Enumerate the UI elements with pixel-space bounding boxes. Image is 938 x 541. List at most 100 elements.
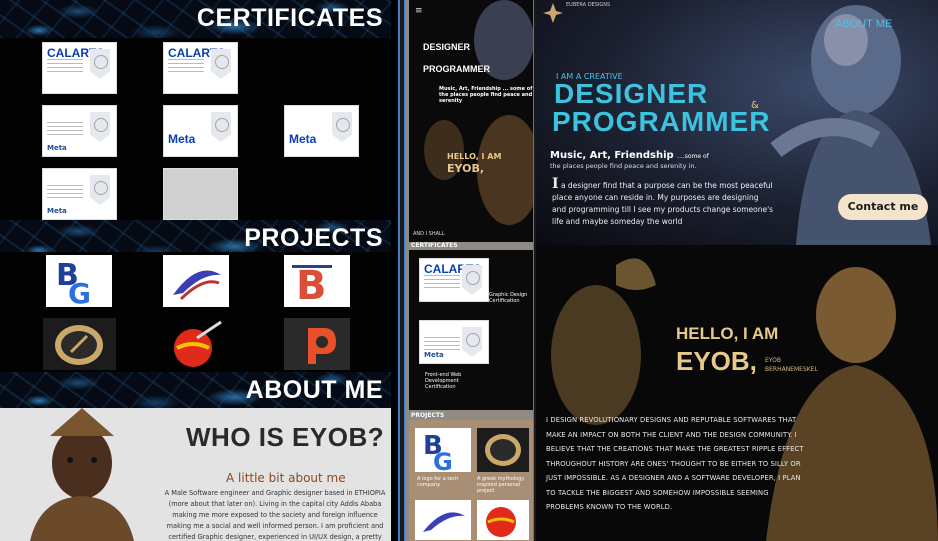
certificate-seal-icon [90, 49, 110, 79]
brand-logo-icon[interactable] [542, 2, 564, 24]
certificate-seal-icon [211, 49, 231, 79]
project-tile-bg-logo[interactable]: B G [415, 428, 471, 472]
about-heading: ABOUT ME [245, 376, 383, 404]
tagline-small: ....some of [677, 153, 709, 160]
certificates-heading: CERTIFICATES [196, 4, 383, 32]
svg-text:G: G [433, 448, 453, 472]
mobile-cert-caption: Graphic Design Certification [489, 292, 528, 304]
certificates-grid: CALARTS CALARTS Meta Meta Meta Meta [0, 38, 391, 220]
intro-eyob: EYOB, [676, 346, 757, 376]
project-tile-flag[interactable] [477, 500, 529, 540]
project-tile-p-logo[interactable] [284, 318, 350, 370]
project-tile-swoosh[interactable] [415, 500, 471, 540]
svg-text:B: B [296, 263, 327, 307]
screenshot-root: CERTIFICATES CALARTS CALARTS Meta Meta M… [0, 0, 938, 541]
certificate-card[interactable]: Meta [419, 320, 489, 364]
certificate-text [47, 185, 83, 199]
certificate-seal-icon [462, 327, 482, 357]
intro-hello: HELLO, I AM [676, 324, 779, 343]
certificate-card[interactable]: Meta [284, 105, 359, 157]
swoosh-logo-icon [423, 512, 465, 532]
bg-logo-icon: B G [423, 431, 453, 472]
mobile-proj-caption: A greek mythology inspired personal proj… [477, 476, 525, 494]
hero-designer: DESIGNER [554, 78, 709, 109]
mobile-cert-caption: Front-end Web Development Certification [425, 372, 462, 390]
project-tile-bg-logo[interactable]: B G [46, 255, 112, 307]
brand-name: EUBERA DESIGNS [566, 2, 611, 8]
svg-text:G: G [68, 277, 91, 307]
mobile-projects-label: PROJECTS [411, 412, 445, 419]
certificate-card[interactable]: CALARTS [419, 258, 489, 302]
hero-section: EUBERA DESIGNS ABOUT ME I AM A CREATIVE … [536, 0, 938, 245]
mobile-preview: ≡ DESIGNER PROGRAMMER Music, Art, Friend… [404, 0, 534, 541]
certificate-seal-icon [462, 265, 482, 295]
emblem-logo-icon [485, 434, 521, 466]
emblem-logo-icon [55, 325, 103, 365]
certificate-text [47, 59, 83, 73]
flag-logo-icon [486, 507, 516, 537]
certificate-seal-icon [90, 175, 110, 205]
intro-description: I DESIGN REVOLUTIONARY DESIGNS AND REPUT… [546, 416, 804, 511]
certificate-text [168, 59, 204, 73]
certificate-seal-icon [90, 112, 110, 142]
tagline-strong: Music, Art, Friendship [550, 150, 674, 161]
portrait-image [10, 408, 155, 541]
b-logo-icon: B [292, 263, 332, 307]
mobile-certificates: CALARTS Graphic Design Certification Met… [409, 250, 533, 410]
hero-tagline: Music, Art, Friendship ....some of [550, 150, 709, 161]
project-tile-b-logo[interactable]: B [284, 255, 350, 307]
mobile-eyob: EYOB, [447, 162, 485, 175]
flag-logo-icon [174, 320, 222, 367]
fullname-first: EYOB [765, 357, 781, 364]
who-bio: A Male Software engineer and Graphic des… [164, 489, 386, 541]
certificate-card[interactable]: CALARTS [42, 42, 117, 94]
p-logo-icon [308, 328, 336, 364]
intro-fullname: EYOB BERHANEMESKEL [765, 356, 818, 374]
projects-grid: B G B [0, 252, 391, 372]
who-section: WHO IS EYOB? A little bit about me A Mal… [0, 408, 391, 541]
about-me-link[interactable]: ABOUT ME [835, 18, 892, 30]
swoosh-logo-icon [173, 270, 221, 301]
certificate-logo: Meta [289, 132, 317, 146]
mobile-projects: B G A logo for a tech company A greek my… [409, 420, 533, 541]
certificate-text [424, 337, 460, 351]
quote-text: a designer find that a purpose can be th… [552, 181, 774, 226]
certificate-card[interactable]: Meta [42, 105, 117, 157]
about-banner: ABOUT ME [0, 372, 391, 408]
mobile-designer: DESIGNER [423, 42, 471, 52]
menu-icon[interactable]: ≡ [415, 6, 423, 16]
who-heading: WHO IS EYOB? [186, 422, 385, 452]
portfolio-desktop-sections: CERTIFICATES CALARTS CALARTS Meta Meta M… [0, 0, 400, 541]
mobile-certificates-label: CERTIFICATES [411, 242, 458, 249]
portfolio-hero-view: EUBERA DESIGNS ABOUT ME I AM A CREATIVE … [536, 0, 938, 541]
certificates-banner: CERTIFICATES [0, 0, 391, 38]
certificate-card[interactable]: CALARTS [163, 42, 238, 94]
who-subtitle: A little bit about me [226, 471, 346, 485]
certificate-logo: Meta [47, 207, 67, 215]
certificate-card[interactable]: Meta [42, 168, 117, 220]
certificate-logo: Meta [168, 132, 196, 146]
project-tile-flag[interactable] [163, 318, 229, 370]
certificate-text [47, 122, 83, 136]
project-tile-swoosh[interactable] [163, 255, 229, 307]
projects-heading: PROJECTS [244, 224, 383, 252]
certificate-seal-icon [332, 112, 352, 142]
mobile-hello: HELLO, I AM [447, 152, 502, 161]
fullname-last: BERHANEMESKEL [765, 366, 818, 373]
certificate-card[interactable]: Meta [163, 105, 238, 157]
hero-programmer: PROGRAMMER [552, 106, 771, 137]
mobile-programmer: PROGRAMMER [423, 64, 490, 74]
mobile-and-i-shall: AND I SHALL [413, 231, 445, 237]
certificate-placeholder [163, 168, 238, 220]
sculpture-image [409, 0, 533, 242]
hero-tagline-2: the places people find peace and serenit… [550, 162, 697, 170]
project-tile-emblem[interactable] [43, 318, 116, 370]
certificate-text [424, 275, 460, 289]
certificate-seal-icon [211, 112, 231, 142]
project-tile-emblem[interactable] [477, 428, 529, 472]
bg-logo-icon: B G [56, 258, 91, 307]
mobile-tagline: Music, Art, Friendship ... some of the p… [439, 86, 533, 104]
mobile-proj-caption: A logo for a tech company [417, 476, 459, 488]
certificate-logo: Meta [47, 144, 67, 152]
contact-button[interactable]: Contact me [838, 194, 928, 220]
